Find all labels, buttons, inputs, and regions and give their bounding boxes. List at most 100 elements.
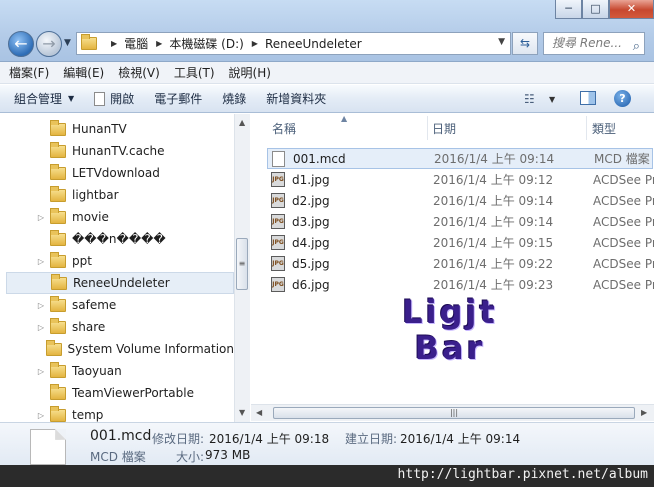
size-value: 973 MB <box>205 448 251 462</box>
change-view-icon[interactable]: ☷ <box>524 92 535 106</box>
folder-tree-item[interactable]: TeamViewerPortable <box>6 382 234 404</box>
menu-help[interactable]: 說明(H) <box>229 64 271 81</box>
file-type: MCD 檔案 <box>594 152 650 166</box>
sort-ascending-icon: ▲ <box>341 114 348 123</box>
file-row[interactable]: 001.mcd 2016/1/4 上午 09:14 MCD 檔案 <box>267 148 653 169</box>
folder-tree-item[interactable]: ReneeUndeleter <box>6 272 234 294</box>
details-pane: 001.mcd MCD 檔案 修改日期: 2016/1/4 上午 09:18 建… <box>0 422 654 465</box>
file-row[interactable]: JPG d6.jpg 2016/1/4 上午 09:23 ACDSee Pro <box>267 274 654 295</box>
search-icon[interactable]: ⌕ <box>633 36 640 57</box>
folder-tree-label: TeamViewerPortable <box>72 386 194 400</box>
watermark-line-2: Bar <box>414 329 486 367</box>
scroll-up-arrow-icon[interactable]: ▲ <box>239 118 245 127</box>
forward-button[interactable]: → <box>36 31 62 57</box>
command-bar: 組合管理 ▼ 開啟 電子郵件 燒錄 新增資料夾 <box>0 85 654 113</box>
expand-arrow-icon[interactable]: ▷ <box>36 213 46 222</box>
folder-icon <box>45 339 62 356</box>
horizontal-scroll-thumb[interactable]: ||| <box>273 407 635 419</box>
scroll-right-arrow-icon[interactable]: ▶ <box>641 408 647 417</box>
breadcrumb-arrow-icon[interactable]: ▶ <box>252 39 258 48</box>
file-row[interactable]: JPG d2.jpg 2016/1/4 上午 09:14 ACDSee Pro <box>267 190 654 211</box>
file-row[interactable]: JPG d4.jpg 2016/1/4 上午 09:15 ACDSee Pro <box>267 232 654 253</box>
folder-tree-item[interactable]: ▷ share <box>6 316 234 338</box>
maximize-button[interactable]: □ <box>582 0 609 19</box>
close-button[interactable]: ✕ <box>609 0 654 19</box>
breadcrumb-arrow-icon[interactable]: ▶ <box>156 39 162 48</box>
folder-tree-label: System Volume Information <box>67 342 234 356</box>
folder-tree-label: ppt <box>72 254 92 268</box>
folder-tree-label: share <box>72 320 106 334</box>
column-header-date[interactable]: 日期 <box>432 120 456 137</box>
breadcrumb-computer[interactable]: 電腦 <box>124 35 148 52</box>
preview-pane-icon[interactable] <box>580 91 596 105</box>
email-button[interactable]: 電子郵件 <box>154 90 202 107</box>
menu-bar: 檔案(F) 編輯(E) 檢視(V) 工具(T) 說明(H) <box>0 62 654 84</box>
file-date: 2016/1/4 上午 09:14 <box>433 194 554 208</box>
file-row[interactable]: JPG d3.jpg 2016/1/4 上午 09:14 ACDSee Pro <box>267 211 654 232</box>
file-type: ACDSee Pro <box>593 214 654 229</box>
expand-arrow-icon[interactable]: ▷ <box>36 301 46 310</box>
breadcrumb-arrow-icon[interactable]: ▶ <box>111 39 117 48</box>
column-divider[interactable] <box>586 116 587 140</box>
lightbar-watermark: Ligjt Bar <box>395 294 505 366</box>
folder-tree-label: safeme <box>72 298 117 312</box>
scroll-down-arrow-icon[interactable]: ▼ <box>239 408 245 417</box>
jpg-file-icon: JPG <box>271 172 285 187</box>
burn-button[interactable]: 燒錄 <box>222 90 246 107</box>
help-icon[interactable]: ? <box>614 90 631 107</box>
open-button[interactable]: 開啟 <box>94 90 134 107</box>
modified-date-label: 修改日期: <box>152 432 205 446</box>
column-header-type[interactable]: 類型 <box>592 120 616 137</box>
open-label: 開啟 <box>110 92 135 106</box>
jpg-file-icon: JPG <box>271 256 285 271</box>
new-folder-button[interactable]: 新增資料夾 <box>266 90 326 107</box>
folder-tree-item[interactable]: lightbar <box>6 184 234 206</box>
folder-tree-label: ReneeUndeleter <box>73 276 170 290</box>
folder-tree-item[interactable]: HunanTV.cache <box>6 140 234 162</box>
file-name: d6.jpg <box>292 277 330 292</box>
folder-tree-item[interactable]: ▷ Taoyuan <box>6 360 234 382</box>
folder-tree-item[interactable]: LETVdownload <box>6 162 234 184</box>
folder-tree-item[interactable]: ▷ safeme <box>6 294 234 316</box>
folder-tree-item[interactable]: ▷ ppt <box>6 250 234 272</box>
navigation-scroll-thumb[interactable]: ≡ <box>236 238 248 290</box>
minimize-button[interactable]: ─ <box>555 0 582 19</box>
view-options-chevron-icon[interactable]: ▼ <box>549 95 555 104</box>
menu-file[interactable]: 檔案(F) <box>9 64 49 81</box>
organize-button[interactable]: 組合管理 ▼ <box>14 90 74 107</box>
expand-arrow-icon[interactable]: ▷ <box>36 323 46 332</box>
recent-pages-chevron-icon[interactable]: ▼ <box>64 38 71 48</box>
expand-arrow-icon[interactable]: ▷ <box>36 411 46 420</box>
folder-tree-item[interactable]: ▷ movie <box>6 206 234 228</box>
organize-label: 組合管理 <box>14 92 63 106</box>
album-url: http://lightbar.pixnet.net/album <box>397 467 648 482</box>
file-row[interactable]: JPG d5.jpg 2016/1/4 上午 09:22 ACDSee Pro <box>267 253 654 274</box>
menu-tools[interactable]: 工具(T) <box>174 64 215 81</box>
menu-edit[interactable]: 編輯(E) <box>63 64 104 81</box>
file-date: 2016/1/4 上午 09:14 <box>434 152 555 166</box>
mcd-file-icon <box>272 151 285 167</box>
scroll-left-arrow-icon[interactable]: ◀ <box>256 408 262 417</box>
window-controls: ─ □ ✕ <box>555 0 654 19</box>
file-row[interactable]: JPG d1.jpg 2016/1/4 上午 09:12 ACDSee Pro <box>267 169 654 190</box>
folder-icon <box>50 383 66 400</box>
breadcrumb-folder[interactable]: ReneeUndeleter <box>265 37 362 51</box>
menu-view[interactable]: 檢視(V) <box>118 64 160 81</box>
folder-tree-item[interactable]: ���n���� <box>6 228 234 250</box>
folder-tree-item[interactable]: System Volume Information <box>6 338 234 360</box>
refresh-button[interactable]: ⇆ <box>512 32 538 55</box>
expand-arrow-icon[interactable]: ▷ <box>36 257 46 266</box>
detail-file-type: MCD 檔案 <box>90 450 146 464</box>
column-header-name[interactable]: 名稱 <box>272 120 296 137</box>
back-button[interactable]: ← <box>8 31 34 57</box>
expand-arrow-icon[interactable]: ▷ <box>36 367 46 376</box>
folder-tree-label: ���n���� <box>72 232 166 246</box>
address-bar[interactable]: ▶ 電腦 ▶ 本機磁碟 (D:) ▶ ReneeUndeleter ▼ <box>76 32 511 55</box>
search-input[interactable]: 搜尋 Rene... ⌕ <box>543 32 645 55</box>
address-dropdown-icon[interactable]: ▼ <box>498 37 505 47</box>
horizontal-scrollbar[interactable]: ◀ ||| ▶ <box>251 404 654 421</box>
created-date-label: 建立日期: <box>345 432 398 446</box>
column-divider[interactable] <box>427 116 428 140</box>
breadcrumb-drive[interactable]: 本機磁碟 (D:) <box>169 35 243 52</box>
folder-tree-item[interactable]: HunanTV <box>6 118 234 140</box>
